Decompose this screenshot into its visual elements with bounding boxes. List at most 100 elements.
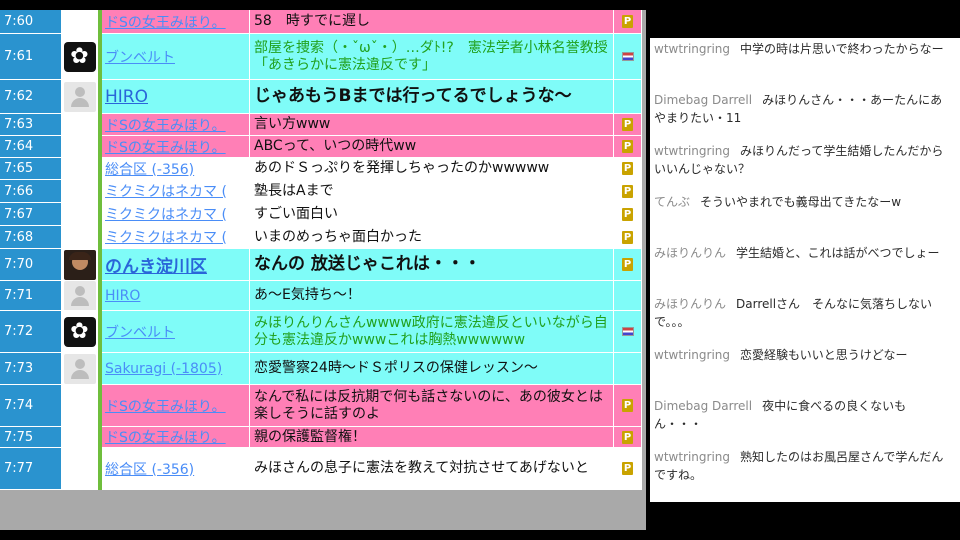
avatar[interactable]: [63, 41, 96, 72]
avatar-cell: [62, 203, 98, 226]
commenter-name-link[interactable]: ドSの女王みほり。: [102, 136, 250, 158]
avatar-cell: [62, 10, 98, 34]
comment-time: 7:68: [0, 226, 62, 249]
row-end: [642, 281, 646, 311]
flag-icon: [621, 52, 634, 61]
comment-text: みほりんりんさんwwww政府に憲法違反といいながら自分も憲法違反かwwwこれは胸…: [250, 311, 614, 353]
commenter-name-link[interactable]: ドSの女王みほり。: [102, 427, 250, 448]
row-end: [642, 427, 646, 448]
comment-row[interactable]: 7:70 のんき淀川区 なんの 放送じゃこれは・・・ P: [0, 249, 646, 281]
comment-row[interactable]: 7:63 ドSの女王みほり。 言い方www P: [0, 114, 646, 136]
row-end: [642, 10, 646, 34]
avatar-cell: [62, 136, 98, 158]
status-icon-cell: P: [614, 114, 642, 136]
comment-time: 7:61: [0, 34, 62, 80]
avatar-cell: [62, 448, 98, 490]
comment-row[interactable]: 7:68 ミクミクはネカマ (いまのめっちゃ面白かった P: [0, 226, 646, 249]
avatar[interactable]: [63, 81, 96, 112]
row-end: [642, 353, 646, 385]
comment-time: 7:66: [0, 180, 62, 203]
comment-text: すごい面白い: [250, 203, 614, 226]
comment-row[interactable]: 7:64 ドSの女王みほり。 ABCって、いつの時代ww P: [0, 136, 646, 158]
comment-row[interactable]: 7:66 ミクミクはネカマ (塾長はAまで P: [0, 180, 646, 203]
premium-icon: P: [622, 207, 633, 221]
side-comment: みほりんりん 学生結婚と、これは話がべつでしょー: [654, 244, 954, 262]
comment-row[interactable]: 7:62 HIRO じゃあもうBまでは行ってるでしょうな～: [0, 80, 646, 114]
comment-row[interactable]: 7:65 総合区 (-356) あのドＳっぷりを発揮しちゃったのかwwwww P: [0, 158, 646, 180]
flag-icon: [621, 327, 634, 336]
comment-text: なんで私には反抗期で何も話さないのに、あの彼女とは楽しそうに話すのよ: [250, 385, 614, 427]
comment-text: 58 時すでに遅し: [250, 10, 614, 34]
comment-row[interactable]: 7:60 ドSの女王みほり。 58 時すでに遅し P: [0, 10, 646, 34]
comment-time: 7:63: [0, 114, 62, 136]
comment-time: 7:72: [0, 311, 62, 353]
commenter-name-link[interactable]: ドSの女王みほり。: [102, 10, 250, 34]
premium-icon: P: [622, 15, 633, 28]
comment-text: いまのめっちゃ面白かった: [250, 226, 614, 249]
commenter-name-link[interactable]: ドSの女王みほり。: [102, 114, 250, 136]
row-end: [642, 158, 646, 180]
comment-text: 言い方www: [250, 114, 614, 136]
commenter-name-link[interactable]: ブンベルト: [102, 34, 250, 80]
commenter-name-link[interactable]: Sakuragi (-1805): [102, 353, 250, 385]
avatar-cell: [62, 249, 98, 281]
row-end: [642, 249, 646, 281]
row-end: [642, 80, 646, 114]
row-end: [642, 311, 646, 353]
comment-time: 7:62: [0, 80, 62, 114]
avatar[interactable]: [63, 353, 96, 384]
comment-time: 7:64: [0, 136, 62, 158]
commenter-name-link[interactable]: ドSの女王みほり。: [102, 385, 250, 427]
comment-text: あ～E気持ち～！: [250, 281, 614, 311]
side-comment: みほりんりん Darrellさん そんなに気落ちしないで。。。: [654, 295, 954, 331]
side-comment-panel: wtwtringring 中学の時は片思いで終わったからなー Dimebag Dar…: [650, 38, 960, 502]
premium-icon: P: [622, 184, 633, 198]
comment-row[interactable]: 7:75 ドSの女王みほり。 親の保護監督権！ P: [0, 427, 646, 448]
side-comment-author: Dimebag Darrell: [654, 399, 753, 413]
comment-row[interactable]: 7:67 ミクミクはネカマ (すごい面白い P: [0, 203, 646, 226]
row-end: [642, 34, 646, 80]
side-comment-author: Dimebag Darrell: [654, 93, 753, 107]
comment-time: 7:71: [0, 281, 62, 311]
status-icon-cell: P: [614, 10, 642, 34]
status-icon-cell: P: [614, 385, 642, 427]
premium-icon: P: [622, 162, 633, 175]
commenter-name-link[interactable]: ミクミクはネカマ (: [102, 226, 250, 249]
commenter-name-link[interactable]: HIRO: [102, 80, 250, 114]
avatar[interactable]: [63, 316, 96, 347]
row-end: [642, 203, 646, 226]
comment-text: なんの 放送じゃこれは・・・: [250, 249, 614, 281]
comment-viewer: 7:60ドSの女王みほり。58 時すでに遅しP7:61ブンベルト部屋を捜索（・ˇ…: [0, 10, 646, 530]
commenter-name-link[interactable]: 総合区 (-356): [102, 158, 250, 180]
status-icon-cell: [614, 311, 642, 353]
avatar-cell: [62, 311, 98, 353]
status-icon-cell: P: [614, 203, 642, 226]
side-comment: てんぶ そういやまれでも義母出てきたなーw: [654, 193, 954, 211]
commenter-name-link[interactable]: ブンベルト: [102, 311, 250, 353]
avatar[interactable]: [63, 281, 96, 310]
side-comment: wtwtringring 恋愛経験もいいと思うけどなー: [654, 346, 954, 364]
side-comment: wtwtringring みほりんだって学生結婚したんだからいいんじゃない？: [654, 142, 954, 178]
commenter-name-link[interactable]: 総合区 (-356): [102, 448, 250, 490]
comment-row[interactable]: 7:72 ブンベルトみほりんりんさんwwww政府に憲法違反といいながら自分も憲法違…: [0, 311, 646, 353]
comment-row[interactable]: 7:61 ブンベルト部屋を捜索（・ˇωˇ・）…ダﾄ!? 憲法学者小林名誉教授「あき…: [0, 34, 646, 80]
comment-row[interactable]: 7:71 HIRO あ～E気持ち～！: [0, 281, 646, 311]
avatar-cell: [62, 353, 98, 385]
comment-text: みほさんの息子に憲法を教えて対抗させてあげないと: [250, 448, 614, 490]
comment-row[interactable]: 7:73 Sakuragi (-1805) 恋愛警察24時～ドＳポリスの保健レッスン…: [0, 353, 646, 385]
commenter-name-link[interactable]: のんき淀川区: [102, 249, 250, 281]
commenter-name-link[interactable]: ミクミクはネカマ (: [102, 180, 250, 203]
avatar-cell: [62, 80, 98, 114]
side-comment-text: そういやまれでも義母出てきたなーw: [700, 195, 902, 209]
comment-row[interactable]: 7:74 ドSの女王みほり。 なんで私には反抗期で何も話さないのに、あの彼女とは楽し…: [0, 385, 646, 427]
comment-time: 7:77: [0, 448, 62, 490]
comment-row[interactable]: 7:77 総合区 (-356) みほさんの息子に憲法を教えて対抗させてあげないと P: [0, 448, 646, 490]
avatar[interactable]: [63, 249, 96, 280]
avatar-cell: [62, 226, 98, 249]
side-comment-author: wtwtringring: [654, 348, 731, 362]
commenter-name-link[interactable]: HIRO: [102, 281, 250, 311]
commenter-name-link[interactable]: ミクミクはネカマ (: [102, 203, 250, 226]
side-comment: Dimebag Darrell 夜中に食べるの良くないもん・・・: [654, 397, 954, 433]
premium-icon: P: [622, 430, 633, 444]
comment-time: 7:60: [0, 10, 62, 34]
